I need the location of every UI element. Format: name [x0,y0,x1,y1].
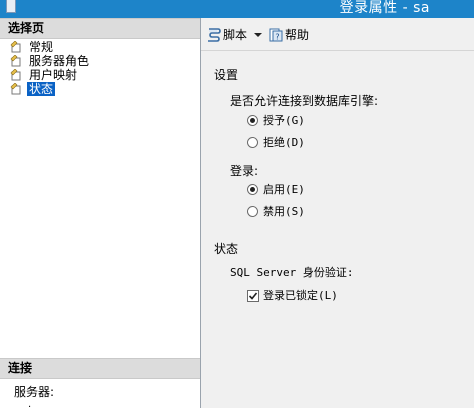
settings-section-label: 设置 [214,68,239,82]
connection-header: 连接 [0,358,200,379]
page-item-label: 常规 [29,40,54,54]
connection-header-label: 连接 [8,361,33,375]
page-icon [10,83,21,95]
checkmark-icon [248,292,258,300]
page-item-label: 用户映射 [29,68,78,82]
grant-radio-button[interactable] [247,115,258,126]
disabled-radio-label: 禁用(S) [263,205,305,218]
sql-auth-label: SQL Server 身份验证: [230,266,354,279]
page-item-status[interactable]: 状态 [8,82,91,96]
app-icon [6,0,16,13]
page-item-general[interactable]: 常规 [8,40,91,54]
deny-radio-label: 拒绝(D) [263,136,305,149]
title-bar: 登录属性 - sa [0,0,474,18]
enabled-radio-label: 启用(E) [263,183,305,196]
page-item-user-mapping[interactable]: 用户映射 [8,68,91,82]
deny-radio-button[interactable] [247,137,258,148]
login-locked-label: 登录已锁定(L) [263,289,338,302]
server-label: 服务器: [14,385,55,399]
page-icon [10,55,21,67]
page-item-label: 服务器角色 [29,54,90,68]
window-title: 登录属性 - sa [339,0,430,16]
help-icon: ? [269,28,283,42]
page-item-label: 状态 [27,82,56,96]
connect-permission-label: 是否允许连接到数据库引擎: [230,94,379,108]
left-pane: 选择页 常规 服务器角色 用户映射 状态 连接 服务器: . [0,18,201,410]
toolbar: 脚本 ? 帮助 [201,18,474,51]
select-page-header-label: 选择页 [8,21,45,35]
login-label: 登录: [230,164,259,178]
enabled-radio-button[interactable] [247,184,258,195]
login-locked-checkbox-box[interactable] [247,290,259,302]
select-page-header: 选择页 [0,18,200,39]
grant-radio-label: 授予(G) [263,114,305,127]
page-icon [10,69,21,81]
script-dropdown-arrow-icon[interactable] [254,33,262,37]
svg-text:?: ? [275,33,279,42]
right-pane: 脚本 ? 帮助 设置 是否允许连接到数据库引擎: 授予(G) 拒绝(D) 登录:… [201,18,474,408]
page-icon [10,41,21,53]
page-list: 常规 服务器角色 用户映射 状态 [8,40,91,96]
help-button[interactable]: ? 帮助 [268,26,309,44]
page-item-server-roles[interactable]: 服务器角色 [8,54,91,68]
disabled-radio-button[interactable] [247,206,258,217]
status-section-label: 状态 [214,242,239,256]
script-icon [208,28,221,42]
script-button[interactable]: 脚本 [206,26,247,44]
